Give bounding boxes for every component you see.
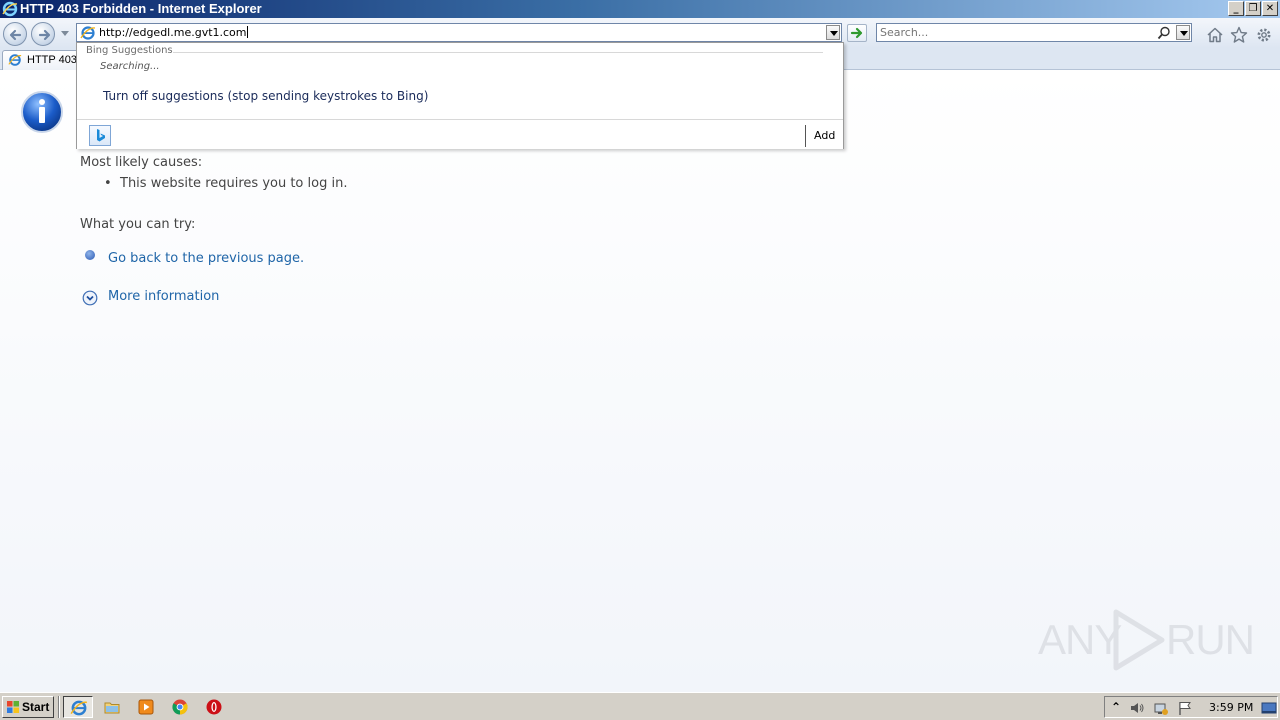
back-bullet-icon	[85, 250, 95, 260]
minimize-button[interactable]: _	[1228, 1, 1244, 16]
close-button[interactable]: ✕	[1262, 1, 1278, 16]
recent-pages-dropdown-icon[interactable]	[60, 30, 70, 38]
text-caret	[246, 26, 248, 38]
add-provider-button[interactable]: Add	[814, 129, 835, 142]
go-back-link[interactable]: Go back to the previous page.	[108, 251, 304, 266]
watermark-text-right: RUN	[1166, 616, 1255, 663]
expand-chevron-icon[interactable]	[82, 290, 98, 306]
taskbar-file-explorer[interactable]	[97, 696, 127, 718]
folder-icon	[104, 702, 120, 714]
favorites-star-icon[interactable]	[1230, 26, 1248, 44]
back-arrow-icon	[9, 29, 22, 41]
show-desktop-icon[interactable]	[1261, 700, 1277, 716]
turn-off-suggestions-link[interactable]: Turn off suggestions (stop sending keyst…	[103, 89, 428, 103]
watermark-text-left: ANY	[1038, 616, 1122, 663]
network-icon[interactable]	[1153, 700, 1169, 716]
bing-provider-button[interactable]	[89, 125, 111, 146]
home-icon[interactable]	[1206, 26, 1224, 44]
system-tray: ⌃ 3:59 PM	[1104, 696, 1278, 718]
taskbar-chrome[interactable]	[165, 696, 195, 718]
address-bar[interactable]: http://edgedl.me.gvt1.com	[76, 23, 842, 42]
searching-status: Searching...	[100, 61, 160, 72]
cause-text: This website requires you to log in.	[120, 176, 348, 191]
address-dropdown-button[interactable]	[826, 25, 840, 40]
system-clock[interactable]: 3:59 PM	[1209, 701, 1253, 714]
start-button[interactable]: Start	[2, 696, 54, 718]
bing-icon	[97, 129, 105, 142]
search-box[interactable]	[876, 23, 1192, 42]
play-triangle-icon	[1113, 609, 1165, 671]
go-button[interactable]	[847, 24, 867, 42]
page-content: Most likely causes: • This website requi…	[0, 70, 1280, 692]
internet-explorer-icon	[2, 1, 18, 17]
taskbar-opera[interactable]	[199, 696, 229, 718]
footer-divider	[805, 125, 806, 147]
opera-icon	[206, 699, 222, 715]
action-center-flag-icon[interactable]	[1177, 700, 1193, 716]
internet-explorer-icon	[70, 700, 87, 716]
media-player-icon	[138, 699, 154, 715]
go-arrow-icon	[850, 27, 863, 39]
suggestions-footer: Add	[77, 119, 843, 149]
forward-arrow-icon	[38, 29, 51, 41]
address-suggestions-dropdown: Bing Suggestions Searching... Turn off s…	[76, 42, 844, 149]
back-button[interactable]	[3, 22, 27, 46]
page-ie-icon	[80, 26, 96, 40]
bullet-glyph: •	[104, 176, 112, 191]
taskbar-media-player[interactable]	[131, 696, 161, 718]
search-icon[interactable]	[1157, 26, 1171, 40]
tab-http-403[interactable]: HTTP 403	[2, 50, 80, 70]
tab-label: HTTP 403	[27, 54, 77, 66]
restore-button[interactable]: ❐	[1245, 1, 1261, 16]
search-provider-dropdown[interactable]	[1176, 25, 1190, 40]
info-icon	[21, 91, 63, 133]
show-hidden-icons-chevron-icon[interactable]: ⌃	[1111, 700, 1127, 716]
start-label: Start	[22, 700, 50, 714]
taskbar-internet-explorer[interactable]	[63, 696, 93, 718]
volume-icon[interactable]	[1129, 700, 1145, 716]
chrome-icon	[172, 699, 188, 715]
windows-flag-icon	[7, 701, 19, 713]
suggestions-header: Bing Suggestions	[86, 45, 173, 56]
watermark-logo: ANY RUN	[1038, 608, 1255, 672]
more-information-link[interactable]: More information	[108, 289, 219, 304]
try-heading: What you can try:	[80, 217, 196, 232]
header-divider	[173, 52, 823, 53]
title-bar[interactable]: HTTP 403 Forbidden - Internet Explorer _…	[0, 0, 1280, 18]
search-input[interactable]	[880, 25, 1150, 40]
taskbar: Start ⌃ 3:59 PM	[0, 692, 1280, 720]
taskbar-separator	[58, 696, 60, 718]
forward-button[interactable]	[31, 22, 55, 46]
tab-ie-icon	[8, 54, 22, 66]
window-title: HTTP 403 Forbidden - Internet Explorer	[20, 1, 262, 16]
address-input[interactable]: http://edgedl.me.gvt1.com	[99, 26, 248, 39]
tools-gear-icon[interactable]	[1255, 26, 1273, 44]
causes-heading: Most likely causes:	[80, 155, 203, 170]
